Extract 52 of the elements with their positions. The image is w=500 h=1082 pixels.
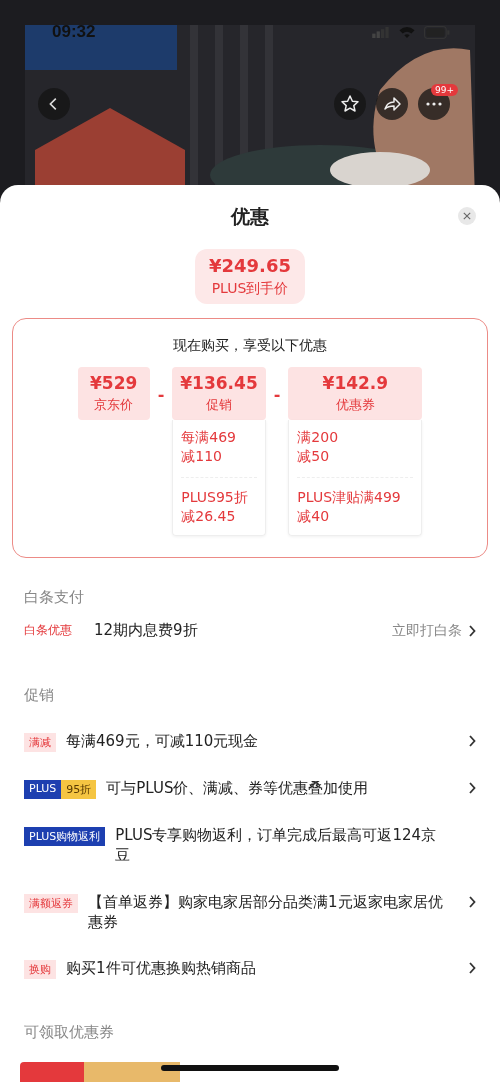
status-time: 09:32 <box>52 22 97 42</box>
promotion-tag: 换购 <box>24 960 56 979</box>
detail-text: PLUS95折 <box>181 487 249 507</box>
detail-text: 满200 <box>297 427 340 447</box>
final-price-label: PLUS到手价 <box>211 279 289 298</box>
price-label: 京东价 <box>94 395 134 414</box>
minus-sign: - <box>157 384 165 404</box>
section-title: 促销 <box>23 685 55 705</box>
minus-sign: - <box>273 384 281 404</box>
notification-badge: 99+ <box>431 84 458 96</box>
share-icon <box>382 94 402 114</box>
section-title: 白条支付 <box>23 587 85 607</box>
detail-text: 减26.45 <box>181 507 237 527</box>
promotion-tag: 满减 <box>24 733 56 752</box>
price-label: 促销 <box>206 395 232 414</box>
promotion-tag: 满额返券 <box>24 893 78 913</box>
final-price: ¥249.65 <box>209 254 291 276</box>
star-icon <box>340 94 360 114</box>
price-value: ¥136.45 <box>180 372 258 393</box>
promotion-text: 购买1件可优惠换购热销商品 <box>66 958 257 979</box>
price-value: ¥529 <box>89 372 138 393</box>
breakdown-intro: 现在购买，享受以下优惠 <box>173 336 327 355</box>
promotion-text: PLUS专享购物返利，订单完成后最高可返124京豆 <box>115 825 438 866</box>
promotion-text: 每满469元，可减110元现金 <box>66 731 260 752</box>
price-value: ¥142.9 <box>322 372 389 393</box>
wifi-icon <box>398 25 416 39</box>
close-icon <box>463 212 471 220</box>
chevron-icon <box>468 624 476 637</box>
detail-text: PLUS津贴满499 <box>297 487 402 507</box>
promotion-text: 【首单返券】购家电家居部分品类满1元返家电家居优惠券 <box>88 891 444 932</box>
detail-text: 减110 <box>181 447 223 467</box>
close-button[interactable] <box>458 207 476 225</box>
section-title: 可领取优惠券 <box>23 1022 115 1042</box>
detail-text: 减40 <box>297 507 331 527</box>
sheet-title: 优惠 <box>231 203 269 229</box>
detail-text: 每满469 <box>181 427 237 447</box>
promotion-tag: 95折 <box>61 780 97 799</box>
signal-icon <box>372 26 390 38</box>
promotion-row[interactable]: PLUS购物返利 PLUS专享购物返利，订单完成后最高可返124京豆 <box>0 825 500 866</box>
detail-text: 减50 <box>297 447 331 467</box>
promotion-row[interactable]: PLUS 95折 可与PLUS价、满减、券等优惠叠加使用 <box>0 778 500 799</box>
promotion-text: 可与PLUS价、满减、券等优惠叠加使用 <box>106 778 370 799</box>
promotion-tag: PLUS <box>24 780 62 799</box>
more-icon <box>426 102 442 106</box>
offer-text: 12期内息费9折 <box>94 621 199 640</box>
price-label: 优惠券 <box>335 395 375 414</box>
promotion-row[interactable]: 满额返券 【首单返券】购家电家居部分品类满1元返家电家居优惠券 <box>0 891 500 932</box>
baitiao-tag: 白条优惠 <box>24 622 94 639</box>
baitiao-link[interactable]: 立即打白条 <box>392 621 462 640</box>
promotion-row[interactable]: 换购 购买1件可优惠换购热销商品 <box>0 958 500 979</box>
promotion-tag: PLUS购物返利 <box>24 827 106 846</box>
promotion-row[interactable]: 满减 每满469元，可减110元现金 <box>0 731 500 752</box>
